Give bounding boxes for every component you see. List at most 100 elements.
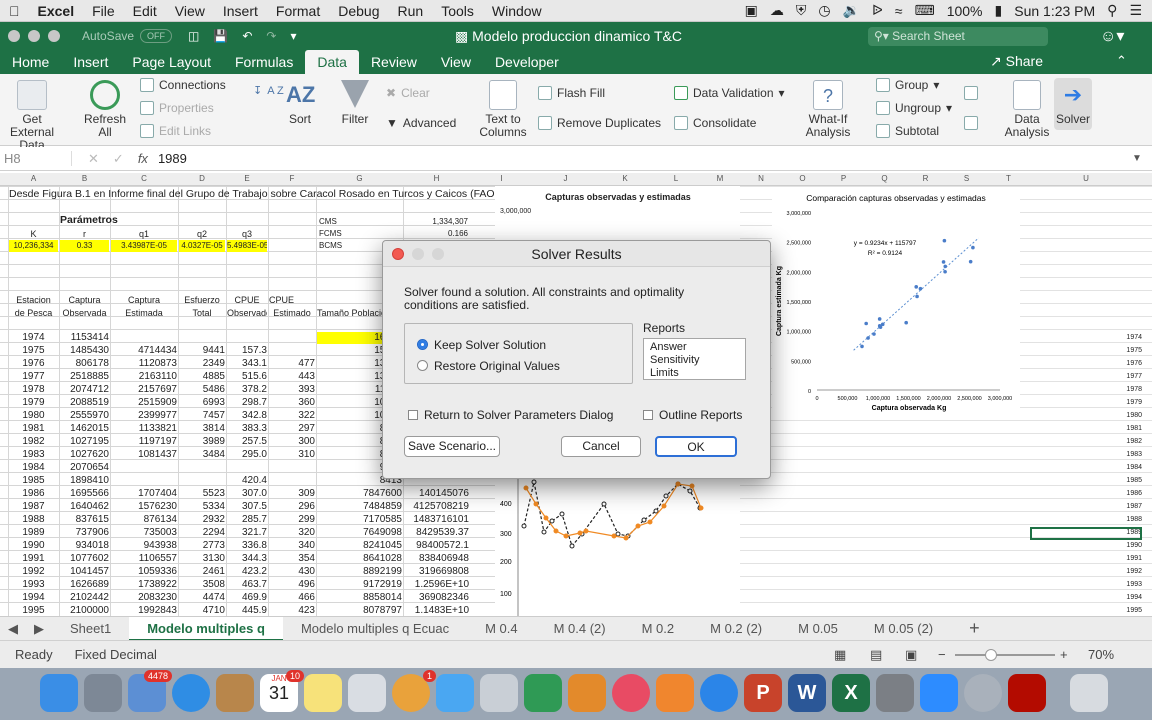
sheet-tab-8[interactable]: M 0.05 bbox=[780, 621, 856, 636]
contacts-icon[interactable] bbox=[216, 674, 254, 712]
save-scenario-button[interactable]: Save Scenario... bbox=[404, 436, 500, 457]
row-10-col-1[interactable]: 2070654 bbox=[60, 462, 109, 474]
param-header-3[interactable]: q2 bbox=[179, 228, 225, 240]
row-5-col-2[interactable]: 2515909 bbox=[111, 397, 177, 409]
ibooks-icon[interactable] bbox=[656, 674, 694, 712]
calendar-icon[interactable]: JAN 31 10 bbox=[260, 670, 304, 712]
row-13-col-3[interactable]: 5334 bbox=[179, 501, 225, 513]
row-19-col-5[interactable]: 496 bbox=[269, 579, 315, 591]
row-2-col-4[interactable]: 343.1 bbox=[227, 358, 267, 370]
row-16-col-1[interactable]: 934018 bbox=[60, 540, 109, 552]
row-5-col-1[interactable]: 2088519 bbox=[60, 397, 109, 409]
menu-view[interactable]: View bbox=[166, 3, 214, 19]
mail-icon[interactable]: 4478 bbox=[128, 670, 172, 712]
row-21-col-5[interactable]: 423 bbox=[269, 605, 315, 616]
row-18-col-6[interactable]: 8892199 bbox=[317, 566, 402, 578]
row-4-col-0[interactable]: 1978 bbox=[9, 384, 58, 396]
row-15-col-4[interactable]: 321.7 bbox=[227, 527, 267, 539]
header2-1[interactable]: Observada bbox=[60, 307, 109, 319]
header1-4[interactable]: CPUE bbox=[227, 294, 267, 306]
report-answer[interactable]: Answer bbox=[650, 341, 739, 354]
app-store-icon[interactable] bbox=[700, 674, 738, 712]
consolidate-button[interactable]: Consolidate bbox=[674, 116, 756, 130]
row-20-col-6[interactable]: 8858014 bbox=[317, 592, 402, 604]
row-16-col-6[interactable]: 8241045 bbox=[317, 540, 402, 552]
row-4-col-3[interactable]: 5486 bbox=[179, 384, 225, 396]
ungroup-button[interactable]: Ungroup ▾ bbox=[876, 101, 952, 115]
expand-formula-icon[interactable]: ▼ bbox=[1132, 153, 1142, 164]
column-header-g[interactable]: G bbox=[316, 174, 403, 183]
sidebar-icon[interactable]: ◫ bbox=[188, 29, 199, 43]
right-year-20[interactable]: 1994 bbox=[1100, 592, 1142, 604]
return-to-parameters-checkbox[interactable]: Return to Solver Parameters Dialog bbox=[408, 408, 613, 422]
row-20-col-4[interactable]: 469.9 bbox=[227, 592, 267, 604]
row-7-col-2[interactable]: 1133821 bbox=[111, 423, 177, 435]
row-9-col-5[interactable]: 310 bbox=[269, 449, 315, 461]
help-icon[interactable] bbox=[964, 674, 1002, 712]
row-16-col-3[interactable]: 2773 bbox=[179, 540, 225, 552]
zoom-window-button[interactable] bbox=[48, 30, 60, 42]
formula-input[interactable]: 1989 bbox=[158, 151, 187, 166]
keep-solution-radio[interactable]: Keep Solver Solution bbox=[417, 338, 546, 352]
sheet-title-cell[interactable]: Desde Figura B.1 en Informe final del Gr… bbox=[9, 188, 495, 200]
time-machine-icon[interactable]: ◷ bbox=[818, 2, 830, 19]
row-17-col-3[interactable]: 3130 bbox=[179, 553, 225, 565]
row-5-col-3[interactable]: 6993 bbox=[179, 397, 225, 409]
right-year-17[interactable]: 1991 bbox=[1100, 553, 1142, 565]
row-2-col-3[interactable]: 2349 bbox=[179, 358, 225, 370]
row-2-col-5[interactable]: 477 bbox=[269, 358, 315, 370]
sheet-tab-2[interactable]: Modelo multiples q bbox=[129, 616, 283, 641]
row-13-col-7[interactable]: 4125708219 bbox=[404, 501, 469, 513]
sheet-tab-7[interactable]: M 0.2 (2) bbox=[692, 621, 780, 636]
row-20-col-2[interactable]: 2083230 bbox=[111, 592, 177, 604]
photos-icon[interactable]: 1 bbox=[392, 670, 436, 712]
right-year-0[interactable]: 1974 bbox=[1100, 332, 1142, 344]
row-12-col-1[interactable]: 1695566 bbox=[60, 488, 109, 500]
column-header-b[interactable]: B bbox=[59, 174, 110, 183]
param-header-1[interactable]: r bbox=[60, 228, 109, 240]
advanced-filter-button[interactable]: ▼ Advanced bbox=[386, 116, 456, 130]
row-18-col-2[interactable]: 1059336 bbox=[111, 566, 177, 578]
tab-data[interactable]: Data bbox=[305, 50, 359, 74]
row-11-col-0[interactable]: 1985 bbox=[9, 475, 58, 487]
system-preferences-icon[interactable] bbox=[876, 674, 914, 712]
row-4-col-2[interactable]: 2157697 bbox=[111, 384, 177, 396]
header1-1[interactable]: Captura bbox=[60, 294, 109, 306]
redo-icon[interactable]: ↷ bbox=[266, 29, 276, 43]
row-18-col-1[interactable]: 1041457 bbox=[60, 566, 109, 578]
row-6-col-2[interactable]: 2399977 bbox=[111, 410, 177, 422]
menu-format[interactable]: Format bbox=[267, 3, 329, 19]
header1-5[interactable]: CPUE bbox=[269, 294, 315, 306]
row-17-col-4[interactable]: 344.3 bbox=[227, 553, 267, 565]
row-17-col-7[interactable]: 838406948 bbox=[404, 553, 469, 565]
column-header-j[interactable]: J bbox=[533, 174, 598, 183]
show-detail-button[interactable] bbox=[964, 86, 978, 100]
column-header-n[interactable]: N bbox=[740, 174, 782, 183]
row-15-col-5[interactable]: 320 bbox=[269, 527, 315, 539]
row-16-col-0[interactable]: 1990 bbox=[9, 540, 58, 552]
row-2-col-0[interactable]: 1976 bbox=[9, 358, 58, 370]
row-20-col-1[interactable]: 2102442 bbox=[60, 592, 109, 604]
right-year-13[interactable]: 1987 bbox=[1100, 501, 1142, 513]
excel-icon[interactable]: X bbox=[832, 674, 870, 712]
right-year-7[interactable]: 1981 bbox=[1100, 423, 1142, 435]
row-8-col-1[interactable]: 1027195 bbox=[60, 436, 109, 448]
row-15-col-1[interactable]: 737906 bbox=[60, 527, 109, 539]
tab-page-layout[interactable]: Page Layout bbox=[120, 50, 223, 74]
menu-insert[interactable]: Insert bbox=[214, 3, 267, 19]
row-19-col-3[interactable]: 3508 bbox=[179, 579, 225, 591]
row-18-col-7[interactable]: 319669808 bbox=[404, 566, 469, 578]
row-8-col-5[interactable]: 300 bbox=[269, 436, 315, 448]
row-1-col-4[interactable]: 157.3 bbox=[227, 345, 267, 357]
row-21-col-1[interactable]: 2100000 bbox=[60, 605, 109, 616]
column-header-s[interactable]: S bbox=[946, 174, 987, 183]
row-5-col-5[interactable]: 360 bbox=[269, 397, 315, 409]
column-header-k[interactable]: K bbox=[598, 174, 652, 183]
bluetooth-icon[interactable]: ᐉ bbox=[872, 2, 883, 19]
shield-icon[interactable]: ⛨ bbox=[796, 2, 807, 19]
tab-review[interactable]: Review bbox=[359, 50, 429, 74]
tab-view[interactable]: View bbox=[429, 50, 483, 74]
row-13-col-5[interactable]: 296 bbox=[269, 501, 315, 513]
row-17-col-5[interactable]: 354 bbox=[269, 553, 315, 565]
column-header-l[interactable]: L bbox=[652, 174, 700, 183]
